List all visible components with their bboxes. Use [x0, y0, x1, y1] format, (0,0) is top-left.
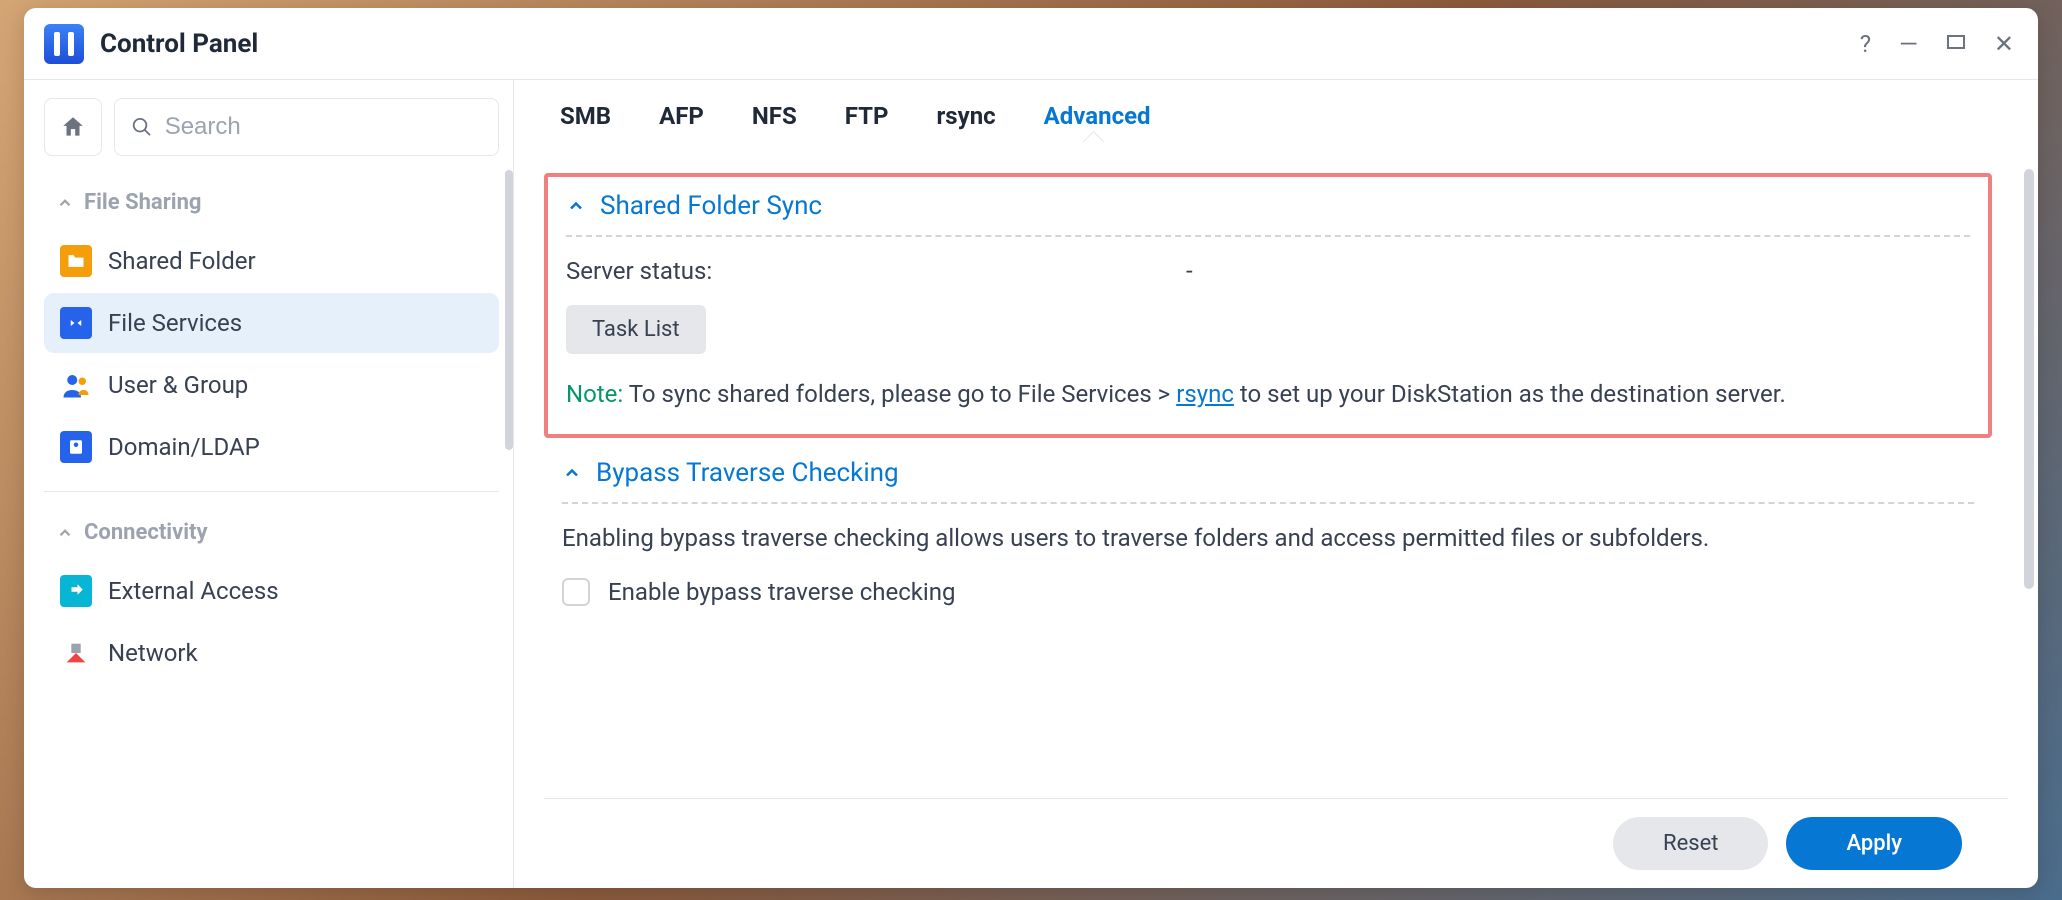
checkbox-label: Enable bypass traverse checking [608, 578, 956, 606]
note-before: To sync shared folders, please go to Fil… [623, 380, 1176, 408]
sidebar-item-label: User & Group [108, 371, 248, 399]
sidebar-scrollbar[interactable] [505, 170, 513, 450]
task-list-button[interactable]: Task List [566, 305, 706, 354]
section-title: Bypass Traverse Checking [596, 458, 899, 488]
section-label: File Sharing [84, 190, 202, 215]
sidebar-item-network[interactable]: Network [44, 623, 499, 683]
sidebar-item-shared-folder[interactable]: Shared Folder [44, 231, 499, 291]
note-label: Note: [566, 380, 623, 408]
close-icon[interactable]: ✕ [1994, 32, 2014, 56]
note-after: to set up your DiskStation as the destin… [1234, 380, 1786, 408]
bypass-traverse-section: Bypass Traverse Checking Enabling bypass… [544, 458, 1992, 606]
external-access-icon [60, 575, 92, 607]
rsync-link[interactable]: rsync [1176, 380, 1234, 408]
titlebar: Control Panel ? — ✕ [24, 8, 2038, 80]
sidebar: File Sharing Shared Folder File Services… [24, 80, 514, 888]
sidebar-item-file-services[interactable]: File Services [44, 293, 499, 353]
section-label: Connectivity [84, 520, 208, 545]
tab-smb[interactable]: SMB [560, 102, 611, 148]
window-controls: ? — ✕ [1860, 32, 2014, 56]
search-icon [131, 115, 153, 139]
shared-folder-sync-header[interactable]: Shared Folder Sync [566, 191, 1970, 237]
divider [44, 491, 499, 492]
chevron-up-icon [566, 196, 586, 216]
content-scrollbar[interactable] [2024, 169, 2034, 589]
maximize-icon[interactable] [1946, 32, 1966, 56]
section-title: Shared Folder Sync [600, 191, 822, 221]
tab-afp[interactable]: AFP [659, 102, 704, 148]
bypass-description: Enabling bypass traverse checking allows… [562, 524, 1974, 552]
note-text: Note: To sync shared folders, please go … [566, 376, 1970, 412]
sidebar-item-label: External Access [108, 577, 279, 605]
content-area: Shared Folder Sync Server status: - Task… [514, 149, 2038, 798]
services-icon [60, 307, 92, 339]
app-icon [44, 24, 84, 64]
minimize-icon[interactable]: — [1899, 32, 1918, 56]
tab-advanced[interactable]: Advanced [1044, 102, 1151, 148]
tabs: SMB AFP NFS FTP rsync Advanced [514, 80, 2038, 149]
search-input[interactable] [165, 113, 482, 141]
server-status-label: Server status: [566, 257, 1186, 285]
sidebar-item-user-group[interactable]: User & Group [44, 355, 499, 415]
search-input-wrap[interactable] [114, 98, 499, 156]
server-status-row: Server status: - [566, 257, 1970, 285]
apply-button[interactable]: Apply [1786, 817, 1962, 870]
section-connectivity[interactable]: Connectivity [44, 504, 499, 561]
section-file-sharing[interactable]: File Sharing [44, 174, 499, 231]
home-button[interactable] [44, 98, 102, 156]
checkbox-icon[interactable] [562, 578, 590, 606]
footer: Reset Apply [544, 798, 2008, 888]
sidebar-item-external-access[interactable]: External Access [44, 561, 499, 621]
shared-folder-sync-section: Shared Folder Sync Server status: - Task… [544, 173, 1992, 438]
control-panel-window: Control Panel ? — ✕ File [24, 8, 2038, 888]
chevron-up-icon [56, 524, 74, 542]
folder-icon [60, 245, 92, 277]
sidebar-item-label: File Services [108, 309, 242, 337]
sidebar-item-label: Network [108, 639, 198, 667]
sidebar-item-label: Domain/LDAP [108, 433, 260, 461]
tab-rsync[interactable]: rsync [937, 102, 996, 148]
reset-button[interactable]: Reset [1613, 817, 1768, 870]
enable-bypass-checkbox-row[interactable]: Enable bypass traverse checking [562, 578, 1974, 606]
window-title: Control Panel [100, 29, 1860, 59]
chevron-up-icon [56, 194, 74, 212]
bypass-traverse-header[interactable]: Bypass Traverse Checking [562, 458, 1974, 504]
user-group-icon [60, 369, 92, 401]
sidebar-item-domain-ldap[interactable]: Domain/LDAP [44, 417, 499, 477]
tab-nfs[interactable]: NFS [752, 102, 797, 148]
network-icon [60, 637, 92, 669]
help-icon[interactable]: ? [1860, 32, 1871, 56]
server-status-value: - [1186, 257, 1193, 285]
ldap-icon [60, 431, 92, 463]
sidebar-item-label: Shared Folder [108, 247, 256, 275]
tab-ftp[interactable]: FTP [845, 102, 889, 148]
main-panel: SMB AFP NFS FTP rsync Advanced Shared Fo… [514, 80, 2038, 888]
chevron-up-icon [562, 463, 582, 483]
